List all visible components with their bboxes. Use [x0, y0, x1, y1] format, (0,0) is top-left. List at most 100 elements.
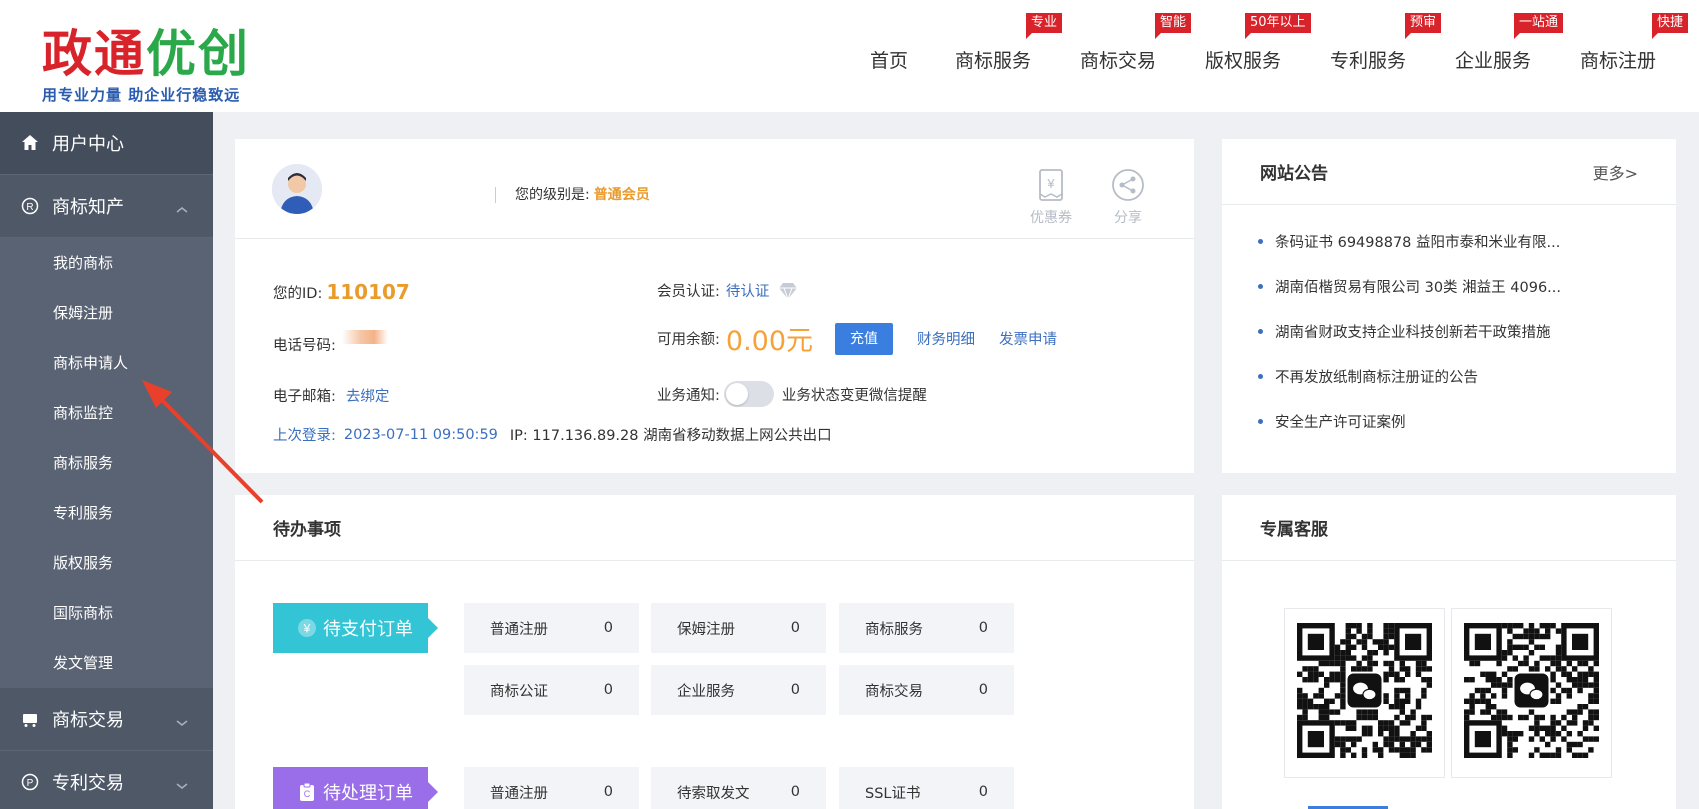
sidebar-item-my-trademark[interactable]: 我的商标	[0, 238, 213, 288]
notice-more-link[interactable]: 更多>	[1593, 160, 1638, 184]
notice-item[interactable]: 湖南省财政支持企业科技创新若干政策措施	[1258, 309, 1676, 354]
sidebar-group-trademark-trade[interactable]: 商标交易	[0, 688, 213, 751]
sidebar-user-center[interactable]: 用户中心	[0, 112, 213, 175]
member-level-value: 普通会员	[593, 187, 650, 203]
todo-cell-count: 0	[603, 620, 613, 636]
sidebar-item-applicant[interactable]: 商标申请人	[0, 338, 213, 388]
sidebar-group-label: 商标知产	[52, 197, 124, 218]
last-login-label: 上次登录:	[273, 428, 336, 444]
todo-cell-pay-trade[interactable]: 商标交易 0	[839, 665, 1014, 715]
nav-badge: 50年以上	[1245, 13, 1311, 39]
todo-cell-label: 普通注册	[490, 785, 548, 802]
recharge-button[interactable]: 充值	[835, 322, 894, 355]
todo-panel: 待办事项 ¥ 待支付订单 普通注册 0 保姆注册 0 商标服务 0 商标公证 0 企业服…	[235, 495, 1194, 809]
notice-item[interactable]: 不再发放纸制商标注册证的公告	[1258, 354, 1676, 399]
user-id-row: 您的ID: 110107	[273, 280, 410, 304]
notify-toggle[interactable]	[723, 381, 774, 407]
email-bind-link[interactable]: 去绑定	[346, 385, 390, 406]
sidebar: 用户中心 R 商标知产 我的商标 保姆注册 商标申请人 商标监控 商标服务 专利…	[0, 112, 213, 809]
sidebar-group-trademark-ip[interactable]: R 商标知产	[0, 175, 213, 238]
email-row: 电子邮箱: 去绑定	[273, 385, 389, 406]
qr-code-2	[1451, 608, 1612, 778]
pending-process-tag[interactable]: C 待处理订单	[273, 767, 438, 809]
todo-cell-label: 保姆注册	[677, 621, 735, 638]
nav-copyright-service[interactable]: 版权服务	[1205, 46, 1281, 73]
notice-item[interactable]: 湖南佰楷贸易有限公司 30类 湘益王 4096...	[1258, 264, 1676, 309]
nav-enterprise-service[interactable]: 企业服务	[1455, 46, 1531, 73]
notice-title: 网站公告	[1260, 164, 1328, 184]
nav-trademark-service[interactable]: 商标服务	[955, 46, 1031, 73]
invoice-link[interactable]: 发票申请	[999, 328, 1057, 349]
sidebar-item-docs[interactable]: 发文管理	[0, 638, 213, 688]
todo-cell-count: 0	[790, 682, 800, 698]
todo-cell-pay-nanny-register[interactable]: 保姆注册 0	[651, 603, 826, 653]
nav-badge: 智能	[1155, 13, 1192, 39]
todo-cell-count: 0	[978, 682, 988, 698]
nav-home[interactable]: 首页	[870, 46, 908, 73]
pending-payment-tag[interactable]: ¥ 待支付订单	[273, 603, 438, 653]
notice-list: 条码证书 69498878 益阳市泰和米业有限... 湖南佰楷贸易有限公司 30…	[1222, 205, 1676, 444]
sidebar-item-patent-service[interactable]: 专利服务	[0, 488, 213, 538]
todo-cell-process-ssl[interactable]: SSL证书 0	[839, 767, 1014, 809]
todo-cell-label: 普通注册	[490, 621, 548, 638]
todo-cell-count: 0	[790, 620, 800, 636]
nav-badge: 预审	[1405, 13, 1442, 39]
todo-cell-count: 0	[978, 784, 988, 800]
nav-trademark-trade[interactable]: 商标交易	[1080, 46, 1156, 73]
todo-title: 待办事项	[273, 520, 341, 540]
todo-cell-count: 0	[603, 784, 613, 800]
finance-detail-link[interactable]: 财务明细	[917, 328, 975, 349]
sidebar-user-center-label: 用户中心	[52, 134, 124, 155]
last-login-row: 上次登录: 2023-07-11 09:50:59 IP: 117.136.89…	[273, 424, 832, 445]
svg-text:R: R	[26, 202, 33, 213]
coupon-button[interactable]: ¥ 优惠券	[1030, 167, 1072, 227]
sidebar-group-label: 商标交易	[52, 710, 124, 731]
sidebar-group-patent-trade[interactable]: P 专利交易	[0, 751, 213, 809]
notice-item[interactable]: 条码证书 69498878 益阳市泰和米业有限...	[1258, 219, 1676, 264]
todo-cell-pay-notary[interactable]: 商标公证 0	[464, 665, 639, 715]
sidebar-item-monitor[interactable]: 商标监控	[0, 388, 213, 438]
nav-trademark-register[interactable]: 商标注册	[1580, 46, 1656, 73]
todo-cell-process-docs[interactable]: 待索取发文 0	[651, 767, 826, 809]
sidebar-submenu: 我的商标 保姆注册 商标申请人 商标监控 商标服务 专利服务 版权服务 国际商标…	[0, 238, 213, 688]
todo-cell-pay-trademark-service[interactable]: 商标服务 0	[839, 603, 1014, 653]
balance-label: 可用余额:	[657, 332, 720, 348]
nav-badge: 专业	[1026, 13, 1063, 39]
sidebar-item-intl-trademark[interactable]: 国际商标	[0, 588, 213, 638]
share-label: 分享	[1114, 210, 1142, 226]
verify-row: 会员认证: 待认证	[657, 280, 799, 301]
cart-icon	[20, 709, 40, 729]
avatar[interactable]	[272, 164, 322, 214]
last-login-ip: IP: 117.136.89.28 湖南省移动数据上网公共出口	[509, 428, 832, 444]
pending-payment-label: 待支付订单	[323, 619, 413, 640]
notify-row: 业务通知: 业务状态变更微信提醒	[657, 381, 927, 407]
share-icon	[1110, 167, 1146, 203]
svg-text:P: P	[27, 778, 34, 789]
user-id-label: 您的ID:	[273, 285, 323, 302]
svg-text:C: C	[304, 789, 311, 799]
todo-cell-label: 商标公证	[490, 683, 548, 700]
notify-text: 业务状态变更微信提醒	[781, 387, 927, 404]
verify-link[interactable]: 待认证	[726, 280, 770, 301]
todo-cell-count: 0	[790, 784, 800, 800]
svg-text:¥: ¥	[303, 622, 311, 636]
sidebar-item-nanny-register[interactable]: 保姆注册	[0, 288, 213, 338]
todo-cell-label: 商标交易	[865, 683, 923, 700]
todo-cell-count: 0	[603, 682, 613, 698]
notice-item[interactable]: 安全生产许可证案例	[1258, 399, 1676, 444]
sidebar-item-trademark-service[interactable]: 商标服务	[0, 438, 213, 488]
nav-patent-service[interactable]: 专利服务	[1330, 46, 1406, 73]
todo-cell-process-normal-register[interactable]: 普通注册 0	[464, 767, 639, 809]
sidebar-item-copyright-service[interactable]: 版权服务	[0, 538, 213, 588]
todo-cell-pay-enterprise[interactable]: 企业服务 0	[651, 665, 826, 715]
notify-label: 业务通知:	[657, 387, 720, 404]
share-button[interactable]: 分享	[1110, 167, 1146, 227]
todo-cell-count: 0	[978, 620, 988, 636]
notice-panel: 网站公告 更多> 条码证书 69498878 益阳市泰和米业有限... 湖南佰楷…	[1222, 139, 1676, 473]
todo-cell-pay-normal-register[interactable]: 普通注册 0	[464, 603, 639, 653]
todo-cell-label: 待索取发文	[677, 785, 750, 802]
last-login-time: 2023-07-11 09:50:59	[343, 426, 498, 443]
chevron-up-icon	[175, 199, 189, 220]
todo-cell-label: 企业服务	[677, 683, 735, 700]
profile-header: 您的级别是: 普通会员 ¥ 优惠券 分享	[235, 139, 1194, 239]
